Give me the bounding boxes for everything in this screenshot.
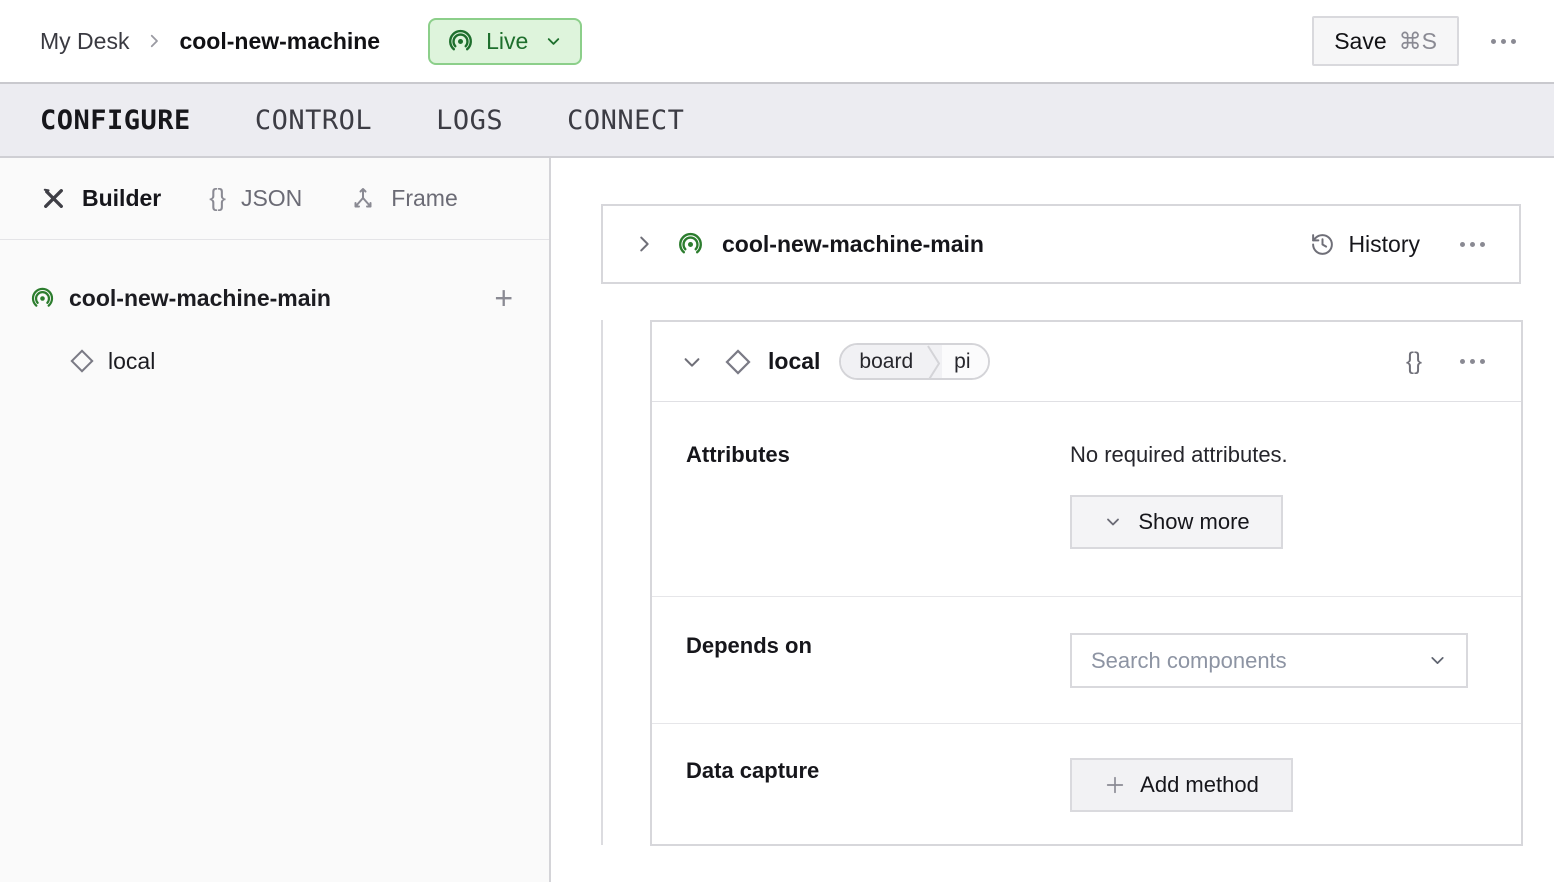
diamond-icon <box>70 349 94 373</box>
history-button-label: History <box>1348 231 1420 258</box>
breadcrumb-machine-name: cool-new-machine <box>179 28 380 55</box>
machine-part-title: cool-new-machine-main <box>722 231 984 258</box>
broadcast-icon <box>447 28 474 55</box>
attributes-section: Attributes No required attributes. Show … <box>652 402 1521 596</box>
add-method-label: Add method <box>1140 772 1259 798</box>
broadcast-icon <box>30 286 55 311</box>
save-button[interactable]: Save ⌘S <box>1312 16 1459 66</box>
component-type-chip: board pi <box>839 343 989 380</box>
tree-item-component-local[interactable]: local <box>30 338 519 384</box>
configure-sidebar: Builder {} JSON Frame <box>0 158 551 882</box>
chip-divider-chevron-icon <box>927 345 942 378</box>
machine-part-card: cool-new-machine-main History <box>601 204 1521 284</box>
diamond-icon <box>725 349 751 375</box>
breadcrumb-parent[interactable]: My Desk <box>40 28 129 55</box>
component-overflow-menu-button[interactable] <box>1450 349 1495 374</box>
view-mode-switcher: Builder {} JSON Frame <box>0 158 549 240</box>
primary-tab-bar: CONFIGURE CONTROL LOGS CONNECT <box>0 82 1554 158</box>
configure-main-pane: cool-new-machine-main History <box>551 158 1554 882</box>
tree-connector-line <box>601 320 603 845</box>
tree-component-label: local <box>108 348 155 375</box>
chevron-down-icon <box>1427 650 1448 671</box>
show-more-button[interactable]: Show more <box>1070 495 1283 549</box>
depends-on-heading: Depends on <box>686 633 1070 659</box>
machine-part-overflow-menu-button[interactable] <box>1450 232 1495 257</box>
component-card-local: local board pi {} Attributes No required… <box>650 320 1523 846</box>
add-component-button[interactable]: + <box>488 282 519 314</box>
tab-connect[interactable]: CONNECT <box>567 105 684 136</box>
mode-json[interactable]: {} JSON <box>209 184 302 213</box>
mode-builder-label: Builder <box>82 185 161 212</box>
status-badge-label: Live <box>486 28 528 55</box>
header-overflow-menu-button[interactable] <box>1481 29 1526 54</box>
depends-on-section: Depends on Search components <box>652 596 1521 723</box>
add-method-button[interactable]: Add method <box>1070 758 1293 812</box>
component-json-button[interactable]: {} <box>1400 344 1428 380</box>
history-button[interactable]: History <box>1310 231 1420 258</box>
mode-json-label: JSON <box>241 185 302 212</box>
plus-icon <box>1104 774 1126 796</box>
save-button-label: Save <box>1334 28 1386 55</box>
tab-configure[interactable]: CONFIGURE <box>40 105 191 136</box>
depends-on-placeholder: Search components <box>1091 648 1287 674</box>
chevron-down-icon <box>544 32 563 51</box>
chip-model-label: pi <box>942 345 987 378</box>
component-tree: cool-new-machine-main + local <box>0 240 549 384</box>
save-shortcut-hint: ⌘S <box>1399 28 1437 55</box>
mode-frame-label: Frame <box>391 185 457 212</box>
component-card-header: local board pi {} <box>652 322 1521 402</box>
expand-chevron-right-icon[interactable] <box>633 233 655 255</box>
depends-on-select[interactable]: Search components <box>1070 633 1468 688</box>
data-capture-heading: Data capture <box>686 758 1070 784</box>
tab-control[interactable]: CONTROL <box>255 105 372 136</box>
braces-icon: {} <box>209 184 226 213</box>
show-more-label: Show more <box>1138 509 1249 535</box>
chevron-down-icon <box>1103 512 1123 532</box>
component-title: local <box>768 348 820 375</box>
axes-icon <box>350 186 376 212</box>
data-capture-section: Data capture Add method <box>652 723 1521 844</box>
tools-icon <box>40 185 67 212</box>
attributes-heading: Attributes <box>686 442 1070 468</box>
broadcast-icon <box>677 231 704 258</box>
top-header: My Desk cool-new-machine Live Save ⌘S <box>0 0 1554 82</box>
machine-status-badge[interactable]: Live <box>428 18 582 65</box>
history-clock-icon <box>1310 232 1335 257</box>
tree-machine-label: cool-new-machine-main <box>69 285 331 312</box>
tab-logs[interactable]: LOGS <box>436 105 503 136</box>
content-area: Builder {} JSON Frame <box>0 158 1554 882</box>
chip-type-label: board <box>841 345 927 378</box>
tree-item-machine-part[interactable]: cool-new-machine-main + <box>30 272 519 324</box>
attributes-empty-text: No required attributes. <box>1070 442 1288 468</box>
collapse-chevron-down-icon[interactable] <box>681 351 703 373</box>
breadcrumb-chevron-icon <box>145 32 163 50</box>
mode-frame[interactable]: Frame <box>350 185 457 212</box>
mode-builder[interactable]: Builder <box>40 185 161 212</box>
